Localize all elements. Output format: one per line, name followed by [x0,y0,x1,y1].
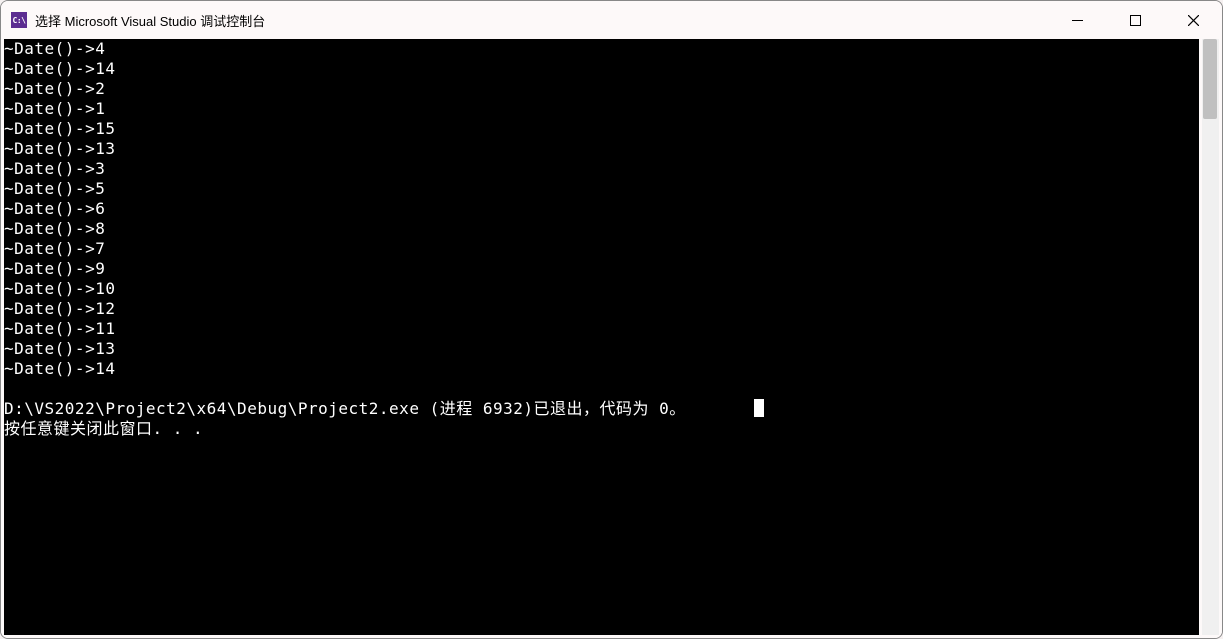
close-icon [1188,15,1199,26]
minimize-button[interactable] [1048,1,1106,39]
console-line: ~Date()->1 [4,99,1199,119]
console-line: ~Date()->2 [4,79,1199,99]
vertical-scrollbar[interactable] [1202,39,1219,635]
console-line: ~Date()->13 [4,339,1199,359]
titlebar[interactable]: C:\ 选择 Microsoft Visual Studio 调试控制台 [1,1,1222,39]
console-line: ~Date()->3 [4,159,1199,179]
console-line: ~Date()->10 [4,279,1199,299]
close-button[interactable] [1164,1,1222,39]
scroll-thumb[interactable] [1203,39,1217,119]
selection-cursor [754,399,764,417]
console-line: ~Date()->7 [4,239,1199,259]
console-client-area: ~Date()->4~Date()->14~Date()->2~Date()->… [1,39,1222,638]
console-line: ~Date()->12 [4,299,1199,319]
console-line: 按任意键关闭此窗口. . . [4,419,1199,439]
maximize-icon [1130,15,1141,26]
console-line: ~Date()->15 [4,119,1199,139]
app-icon: C:\ [11,12,27,28]
console-output[interactable]: ~Date()->4~Date()->14~Date()->2~Date()->… [4,39,1199,635]
console-line: ~Date()->14 [4,359,1199,379]
console-line: ~Date()->13 [4,139,1199,159]
maximize-button[interactable] [1106,1,1164,39]
console-line: ~Date()->6 [4,199,1199,219]
console-line: ~Date()->14 [4,59,1199,79]
window-controls [1048,1,1222,39]
console-window: C:\ 选择 Microsoft Visual Studio 调试控制台 [0,0,1223,639]
console-line: ~Date()->5 [4,179,1199,199]
console-line: ~Date()->8 [4,219,1199,239]
minimize-icon [1072,15,1083,26]
console-line: ~Date()->9 [4,259,1199,279]
console-line [4,379,1199,399]
console-line: ~Date()->4 [4,39,1199,59]
window-title: 选择 Microsoft Visual Studio 调试控制台 [35,11,1048,30]
console-line: ~Date()->11 [4,319,1199,339]
console-line: D:\VS2022\Project2\x64\Debug\Project2.ex… [4,399,1199,419]
